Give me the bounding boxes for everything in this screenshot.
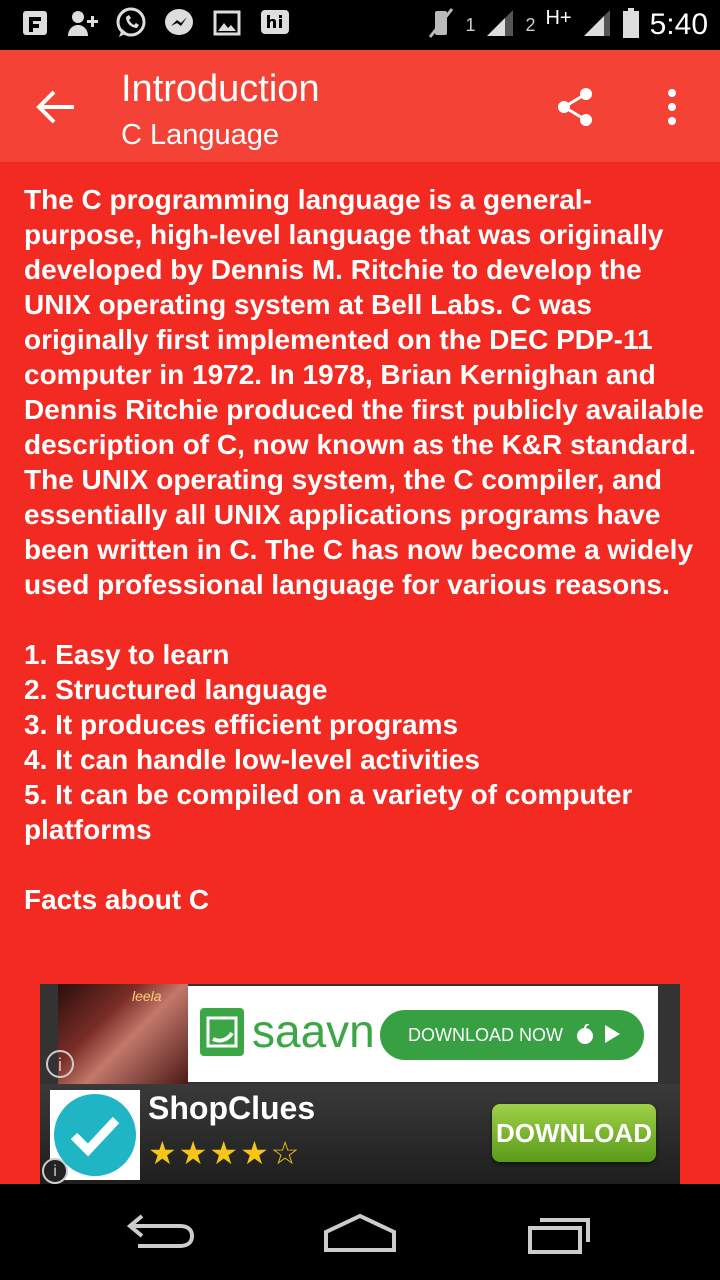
saavn-ad-banner[interactable]: leela i saavn DOWNLOAD NOW bbox=[40, 984, 680, 1084]
app-name: ShopClues bbox=[148, 1090, 316, 1126]
signal-sim1-icon bbox=[485, 8, 515, 43]
nav-back-icon[interactable] bbox=[118, 1212, 198, 1252]
ad-info-icon[interactable]: i bbox=[46, 1050, 74, 1078]
list-item: 5. It can be compiled on a variety of co… bbox=[24, 779, 633, 845]
network-type: H+ bbox=[545, 6, 572, 29]
overflow-menu-icon[interactable] bbox=[650, 84, 694, 130]
rating-stars: ★★★★☆ bbox=[148, 1135, 302, 1171]
vibrate-off-icon bbox=[427, 7, 455, 44]
nav-home-icon[interactable] bbox=[320, 1210, 400, 1254]
apple-icon bbox=[576, 1023, 599, 1045]
share-icon[interactable] bbox=[552, 84, 598, 130]
page-title: Introduction bbox=[121, 68, 320, 110]
intro-paragraph: The C programming language is a general-… bbox=[24, 184, 704, 600]
poster-title: leela bbox=[132, 988, 162, 1004]
list-item: 4. It can handle low-level activities bbox=[24, 744, 480, 775]
battery-icon bbox=[622, 7, 640, 44]
app-bar: Introduction C Language bbox=[0, 50, 720, 162]
whatsapp-icon bbox=[114, 6, 148, 40]
clock: 5:40 bbox=[649, 8, 708, 41]
list-item: 2. Structured language bbox=[24, 674, 328, 705]
movie-poster-image bbox=[58, 984, 188, 1084]
play-store-icon bbox=[603, 1025, 621, 1045]
system-status: 1 2 H+ 5:40 bbox=[427, 6, 708, 44]
gallery-icon bbox=[210, 6, 244, 40]
list-item: 3. It produces efficient programs bbox=[24, 709, 459, 740]
saavn-brand: saavn bbox=[252, 1005, 375, 1057]
shopclues-ad-banner[interactable]: ShopClues ★★★★☆ DOWNLOAD i bbox=[40, 1084, 680, 1184]
download-now-label: DOWNLOAD NOW bbox=[408, 1025, 563, 1045]
download-button[interactable]: DOWNLOAD bbox=[492, 1104, 656, 1162]
back-arrow-icon[interactable] bbox=[30, 84, 80, 130]
content-area[interactable]: The C programming language is a general-… bbox=[0, 162, 720, 1184]
ad-info-icon[interactable]: i bbox=[42, 1158, 68, 1184]
facts-heading: Facts about C bbox=[24, 884, 210, 915]
page-subtitle: C Language bbox=[121, 119, 280, 151]
messenger-icon bbox=[162, 6, 196, 40]
saavn-logo-icon bbox=[200, 1008, 244, 1056]
sim1-label: 1 bbox=[465, 14, 476, 35]
notification-icons bbox=[18, 6, 292, 40]
article-text: The C programming language is a general-… bbox=[24, 182, 704, 917]
sim2-label: 2 bbox=[525, 14, 536, 35]
saavn-banner[interactable]: saavn DOWNLOAD NOW bbox=[188, 986, 658, 1082]
navigation-bar bbox=[0, 1184, 720, 1280]
add-contact-icon bbox=[66, 6, 100, 40]
list-item: 1. Easy to learn bbox=[24, 639, 230, 670]
hike-icon bbox=[258, 6, 292, 40]
download-now-button[interactable]: DOWNLOAD NOW bbox=[380, 1010, 644, 1060]
nav-recent-apps-icon[interactable] bbox=[524, 1208, 596, 1256]
shield-icon bbox=[18, 6, 52, 40]
status-bar: 1 2 H+ 5:40 bbox=[0, 0, 720, 50]
signal-sim2-icon bbox=[582, 8, 612, 43]
reasons-list: 1. Easy to learn 2. Structured language … bbox=[24, 637, 704, 847]
